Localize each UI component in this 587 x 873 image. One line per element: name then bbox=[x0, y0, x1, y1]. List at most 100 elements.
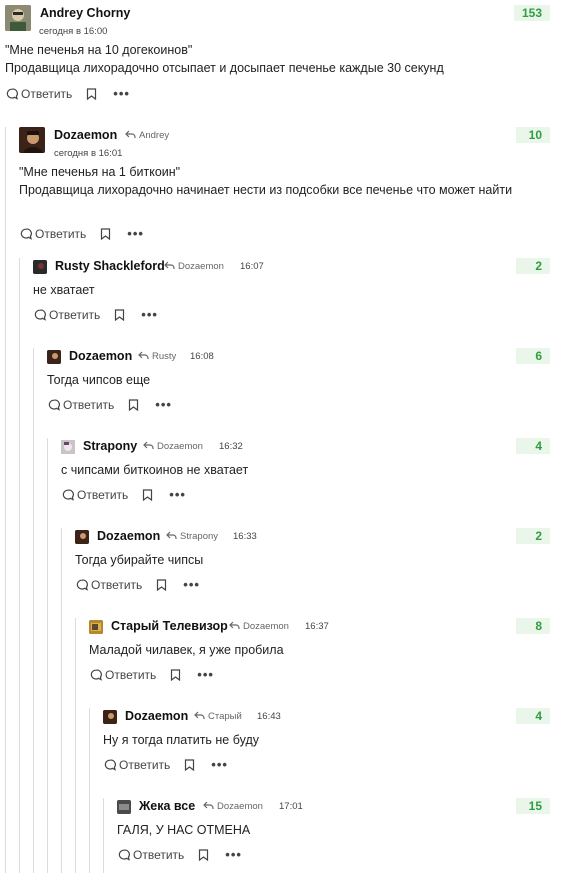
rating-badge[interactable]: 2 bbox=[516, 528, 550, 544]
comment-time[interactable]: 16:33 bbox=[233, 530, 257, 544]
reply-button[interactable]: Ответить bbox=[20, 227, 86, 241]
comment-author[interactable]: Andrey Chorny bbox=[40, 5, 130, 21]
thread-line[interactable] bbox=[33, 348, 34, 873]
painting-avatar-icon[interactable] bbox=[75, 530, 89, 544]
thread-line[interactable] bbox=[75, 618, 76, 873]
thread-line[interactable] bbox=[61, 528, 62, 873]
person-avatar-icon[interactable] bbox=[5, 5, 31, 31]
painting-avatar-icon[interactable] bbox=[103, 710, 117, 724]
reply-button[interactable]: Ответить bbox=[104, 758, 170, 772]
reply-to[interactable]: Старый bbox=[194, 710, 242, 724]
comment-time[interactable]: сегодня в 16:01 bbox=[54, 147, 122, 161]
reply-to[interactable]: Dozaemon bbox=[164, 260, 224, 274]
bookmark-button[interactable] bbox=[142, 489, 153, 501]
more-options-icon[interactable]: ••• bbox=[127, 227, 144, 240]
reply-button[interactable]: Ответить bbox=[90, 668, 156, 682]
bookmark-button[interactable] bbox=[128, 399, 139, 411]
more-options-icon[interactable]: ••• bbox=[169, 488, 186, 501]
reply-to[interactable]: Dozaemon bbox=[143, 440, 203, 454]
comment-time[interactable]: сегодня в 16:00 bbox=[39, 25, 107, 39]
reply-to[interactable]: Rusty bbox=[138, 350, 176, 364]
more-options-icon[interactable]: ••• bbox=[141, 308, 158, 321]
bookmark-button[interactable] bbox=[170, 669, 181, 681]
comment: Dozaemon Andrey сегодня в 16:01 10 "Мне … bbox=[5, 127, 587, 873]
comment-time[interactable]: 16:08 bbox=[190, 350, 214, 364]
bookmark-button[interactable] bbox=[198, 849, 209, 861]
bookmark-icon bbox=[115, 309, 125, 321]
comment-time[interactable]: 16:07 bbox=[240, 260, 264, 274]
comment-author[interactable]: Dozaemon bbox=[54, 127, 117, 143]
reply-arrow-icon bbox=[164, 261, 175, 269]
reply-to-name: Dozaemon bbox=[178, 261, 224, 272]
reply-label: Ответить bbox=[21, 87, 73, 101]
comment-time[interactable]: 16:43 bbox=[257, 710, 281, 724]
reply-arrow-icon bbox=[203, 801, 214, 809]
bookmark-button[interactable] bbox=[156, 579, 167, 591]
comment-text: Тогда убирайте чипсы bbox=[75, 553, 204, 567]
painting-avatar-icon[interactable] bbox=[19, 127, 45, 153]
bookmark-button[interactable] bbox=[114, 309, 125, 321]
reply-button[interactable]: Ответить bbox=[6, 87, 72, 101]
rating-badge[interactable]: 15 bbox=[516, 798, 550, 814]
speech-bubble-icon bbox=[20, 228, 32, 240]
rating-badge[interactable]: 4 bbox=[516, 438, 550, 454]
comment-author[interactable]: Dozaemon bbox=[69, 348, 132, 364]
reply-label: Ответить bbox=[49, 308, 101, 322]
speech-bubble-icon bbox=[104, 759, 116, 771]
reply-button[interactable]: Ответить bbox=[48, 398, 114, 412]
comment-time[interactable]: 16:37 bbox=[305, 620, 329, 634]
more-options-icon[interactable]: ••• bbox=[225, 848, 242, 861]
reply-to[interactable]: Dozaemon bbox=[203, 800, 263, 814]
thread-line[interactable] bbox=[89, 708, 90, 873]
rating-badge[interactable]: 10 bbox=[516, 127, 550, 143]
reply-to[interactable]: Dozaemon bbox=[229, 620, 289, 634]
comment-text: ГАЛЯ, У НАС ОТМЕНА bbox=[117, 823, 251, 837]
reply-to[interactable]: Andrey bbox=[125, 129, 169, 143]
more-options-icon[interactable]: ••• bbox=[197, 668, 214, 681]
more-options-icon[interactable]: ••• bbox=[211, 758, 228, 771]
reply-button[interactable]: Ответить bbox=[118, 848, 184, 862]
comment-author[interactable]: Dozaemon bbox=[125, 708, 188, 724]
comment-author[interactable]: Rusty Shackleford bbox=[55, 258, 165, 274]
tv-avatar-icon[interactable] bbox=[89, 620, 103, 634]
reply-button[interactable]: Ответить bbox=[62, 488, 128, 502]
more-options-icon[interactable]: ••• bbox=[155, 398, 172, 411]
thread-line[interactable] bbox=[19, 258, 20, 873]
more-options-icon[interactable]: ••• bbox=[183, 578, 200, 591]
comment-time[interactable]: 17:01 bbox=[279, 800, 303, 814]
comment-text: с чипсами биткоинов не хватает bbox=[61, 463, 249, 477]
more-options-icon[interactable]: ••• bbox=[113, 87, 130, 100]
comment-text: "Мне печенья на 1 биткоин" Продавщица ли… bbox=[19, 165, 513, 197]
comment-author[interactable]: Strapony bbox=[83, 438, 137, 454]
bookmark-icon bbox=[171, 669, 181, 681]
reply-to-name: Dozaemon bbox=[157, 441, 203, 452]
comment-text: Ну я тогда платить не буду bbox=[103, 733, 259, 747]
rating-badge[interactable]: 4 bbox=[516, 708, 550, 724]
dark-avatar-icon[interactable] bbox=[33, 260, 47, 274]
painting-avatar-icon[interactable] bbox=[47, 350, 61, 364]
reply-button[interactable]: Ответить bbox=[34, 308, 100, 322]
reply-to[interactable]: Strapony bbox=[166, 530, 218, 544]
thread-line[interactable] bbox=[103, 798, 104, 873]
comment-text: Тогда чипсов еще bbox=[47, 373, 151, 387]
dark-avatar-icon[interactable] bbox=[117, 800, 131, 814]
comment-author[interactable]: Dozaemon bbox=[97, 528, 160, 544]
reply-button[interactable]: Ответить bbox=[76, 578, 142, 592]
rating-badge[interactable]: 153 bbox=[513, 5, 550, 21]
rating-badge[interactable]: 8 bbox=[516, 618, 550, 634]
rating-badge[interactable]: 2 bbox=[516, 258, 550, 274]
bookmark-icon bbox=[143, 489, 153, 501]
rating-badge[interactable]: 6 bbox=[516, 348, 550, 364]
thread-line[interactable] bbox=[5, 127, 6, 873]
comment-author[interactable]: Старый Телевизор bbox=[111, 618, 228, 634]
comment-time[interactable]: 16:32 bbox=[219, 440, 243, 454]
reply-label: Ответить bbox=[119, 758, 171, 772]
thread-line[interactable] bbox=[47, 438, 48, 873]
speech-bubble-icon bbox=[34, 309, 46, 321]
pony-avatar-icon[interactable] bbox=[61, 440, 75, 454]
comment-author[interactable]: Жека все bbox=[139, 798, 195, 814]
bookmark-button[interactable] bbox=[184, 759, 195, 771]
bookmark-button[interactable] bbox=[86, 88, 97, 100]
bookmark-button[interactable] bbox=[100, 228, 111, 240]
reply-arrow-icon bbox=[138, 351, 149, 359]
